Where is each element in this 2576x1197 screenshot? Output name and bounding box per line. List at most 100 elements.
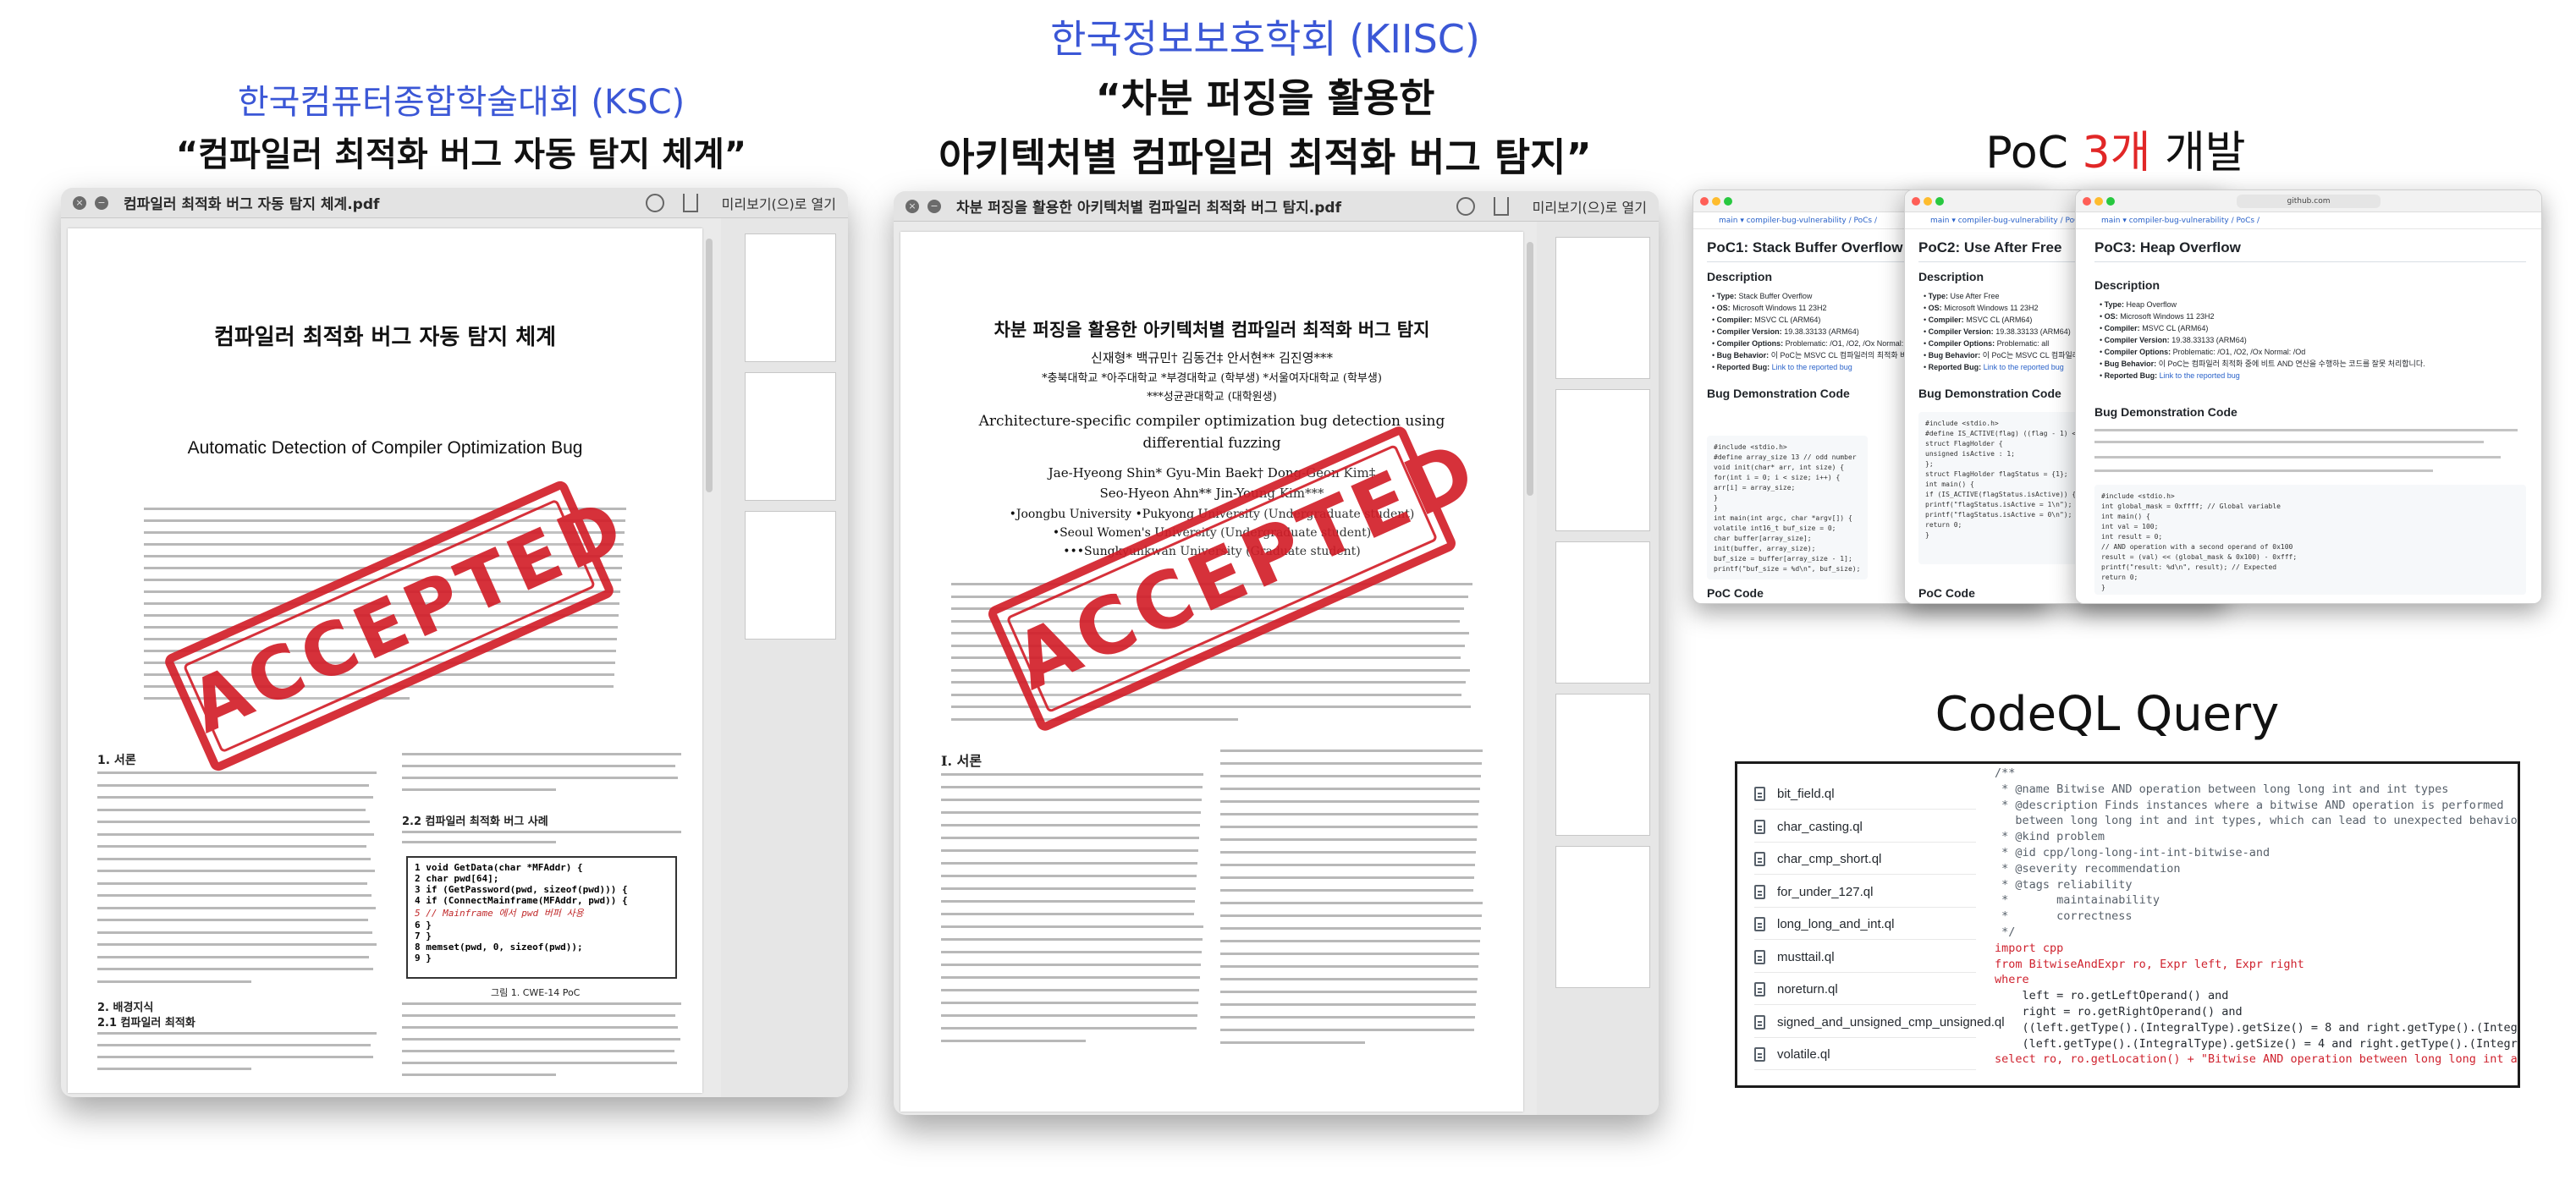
code-line: } xyxy=(1925,531,1929,539)
code-line: 4 if (ConnectMainframe(MFAddr, pwd)) { xyxy=(415,895,628,906)
poc2-description-heading: Description xyxy=(1918,270,1984,283)
page-thumbnail[interactable] xyxy=(1555,237,1650,379)
text-line xyxy=(1220,864,1475,866)
code-line: return 0; xyxy=(2101,574,2138,581)
text-line xyxy=(97,821,370,823)
text-line xyxy=(97,808,366,811)
close-icon[interactable]: × xyxy=(905,199,919,213)
code-line: 1 void GetData(char *MFAddr) { xyxy=(415,862,583,873)
close-icon[interactable] xyxy=(1700,197,1709,206)
minimize-icon[interactable] xyxy=(1712,197,1720,206)
code-line: unsigned isActive : 1; xyxy=(1925,450,2015,458)
close-icon[interactable] xyxy=(2083,197,2091,206)
text-line xyxy=(97,906,376,909)
open-with-preview-button[interactable]: 미리보기(으)로 열기 xyxy=(722,193,836,213)
zoom-icon[interactable] xyxy=(1935,197,1944,206)
page-thumbnail[interactable] xyxy=(1555,846,1650,988)
text-line xyxy=(1220,991,1477,993)
text-line xyxy=(402,831,681,833)
code-line: } xyxy=(1714,494,1718,502)
ksc-paper-title: “컴파일러 최적화 버그 자동 탐지 체계” xyxy=(175,135,747,174)
text-line xyxy=(402,753,681,755)
file-item[interactable]: char_cmp_short.ql xyxy=(1754,844,1976,875)
code-line: return 0; xyxy=(1925,521,1962,529)
page-thumbnail[interactable] xyxy=(1555,694,1650,836)
file-item[interactable]: signed_and_unsigned_cmp_unsigned.ql xyxy=(1754,1008,2005,1038)
file-name: for_under_127.ql xyxy=(1777,884,1874,899)
page-thumbnail[interactable] xyxy=(745,233,836,362)
page-thumbnail[interactable] xyxy=(1555,389,1650,531)
kiisc-title-en-1: Architecture-specific compiler optimizat… xyxy=(978,413,1445,430)
page-thumbnail[interactable] xyxy=(745,511,836,640)
minimize-icon[interactable] xyxy=(1924,197,1932,206)
text-line xyxy=(97,832,374,836)
code-line: left = ro.getLeftOperand() and xyxy=(1995,989,2229,1003)
page-thumbnail[interactable] xyxy=(1555,541,1650,684)
minimize-icon[interactable] xyxy=(2094,197,2103,206)
code-line: void init(char* arr, int size) { xyxy=(1714,464,1845,471)
code-line: printf("result: %d\n", result); // Expec… xyxy=(2101,563,2277,571)
file-item[interactable]: char_casting.ql xyxy=(1754,812,1976,843)
file-item[interactable]: for_under_127.ql xyxy=(1754,877,1976,908)
reported-bug-link[interactable]: Link to the reported bug xyxy=(1984,363,2064,371)
browser-toolbar: github.com xyxy=(2076,190,2541,212)
text-line xyxy=(941,849,1198,852)
text-line xyxy=(1220,775,1481,777)
text-line xyxy=(97,980,251,983)
text-line xyxy=(1220,1003,1476,1006)
file-icon xyxy=(1754,982,1765,997)
poc3-title: PoC3: Heap Overflow xyxy=(2094,239,2241,255)
url-bar[interactable]: github.com xyxy=(2237,195,2381,208)
file-item[interactable]: musttail.ql xyxy=(1754,942,1976,973)
ksc-scrollbar[interactable] xyxy=(706,239,713,492)
kiisc-col2-text xyxy=(1220,749,1483,1061)
zoom-icon[interactable] xyxy=(2106,197,2115,206)
kiisc-paper-title-line2: 아키텍처별 컴파일러 최적화 버그 탐지” xyxy=(938,135,1592,180)
reported-bug-link[interactable]: Link to the reported bug xyxy=(1772,363,1852,371)
text-line xyxy=(951,717,1238,721)
repo-breadcrumb[interactable]: main ▾ compiler-bug-vulnerability / PoCs… xyxy=(2076,212,2541,229)
code-line: #include <stdio.h> xyxy=(1925,420,1999,427)
close-icon[interactable]: × xyxy=(73,195,86,210)
poc2-title: PoC2: Use After Free xyxy=(1918,239,2062,255)
kiisc-scrollbar[interactable] xyxy=(1527,242,1533,496)
file-item[interactable]: volatile.ql xyxy=(1754,1040,1976,1070)
codeql-source: /** * @name Bitwise AND operation betwee… xyxy=(1983,764,2518,1085)
markup-icon[interactable] xyxy=(645,193,664,212)
share-icon[interactable] xyxy=(1493,196,1509,216)
text-line xyxy=(1220,851,1476,854)
list-item: Compiler Options: Problematic: /O1, /O2,… xyxy=(2100,346,2425,358)
file-item[interactable]: bit_field.ql xyxy=(1754,779,1976,810)
poc1-bug-demo-heading: Bug Demonstration Code xyxy=(1707,387,1850,400)
zoom-icon[interactable] xyxy=(1724,197,1732,206)
markup-icon[interactable] xyxy=(1456,196,1475,216)
code-line: (left.getType().(IntegralType).getSize()… xyxy=(2022,1036,2518,1051)
ksc-window-title: 컴파일러 최적화 버그 자동 탐지 체계.pdf xyxy=(124,196,380,213)
minimize-icon[interactable]: − xyxy=(927,199,941,213)
share-icon[interactable] xyxy=(682,193,698,212)
code-line: for(int i = 0; i < size; i++) { xyxy=(1714,474,1841,481)
page-thumbnail[interactable] xyxy=(745,372,836,501)
divider xyxy=(2094,261,2526,262)
text-line xyxy=(1220,953,1479,955)
code-line: int global_mask = 0xffff; // Global vari… xyxy=(2101,502,2281,510)
minimize-icon[interactable]: − xyxy=(95,195,108,210)
code-line: struct FlagHolder flagStatus = {1}; xyxy=(1925,470,2068,478)
reported-bug-link[interactable]: Link to the reported bug xyxy=(2160,371,2240,380)
kiisc-paper-title-line1: “차분 퍼징을 활용한 xyxy=(1095,75,1435,121)
close-icon[interactable] xyxy=(1912,197,1920,206)
text-line xyxy=(97,894,372,897)
open-with-preview-button[interactable]: 미리보기(으)로 열기 xyxy=(1533,196,1647,217)
text-line xyxy=(97,783,369,787)
text-line xyxy=(97,968,373,970)
text-line xyxy=(941,1040,1086,1042)
file-item[interactable]: noreturn.ql xyxy=(1754,975,1976,1005)
text-line xyxy=(97,955,369,958)
text-line xyxy=(941,862,1197,865)
kiisc-affiliations-ko-2: ***성균관대학교 (대학원생) xyxy=(1147,391,1277,404)
text-line xyxy=(1220,1029,1474,1031)
poc3-description-list: Type: Heap Overflow OS: Microsoft Window… xyxy=(2100,299,2425,382)
text-line xyxy=(1220,788,1480,790)
text-line xyxy=(97,1044,371,1046)
file-item[interactable]: long_long_and_int.ql xyxy=(1754,909,1976,940)
